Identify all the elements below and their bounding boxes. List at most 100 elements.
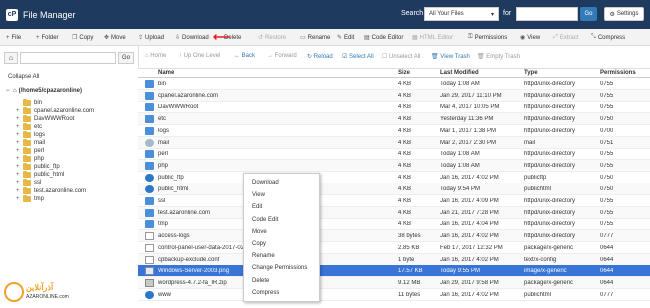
- table-row[interactable]: perl 4 KB Today 1:08 AM httpd/unix-director…: [138, 148, 650, 161]
- code-editor-button[interactable]: ▤ Code Editor: [364, 29, 403, 46]
- context-menu-item[interactable]: Compress: [252, 290, 279, 296]
- context-menu-item[interactable]: Code Edit: [252, 217, 278, 223]
- context-menu-item[interactable]: View: [252, 192, 265, 198]
- home-icon[interactable]: ⌂: [4, 52, 18, 64]
- empty-trash-button[interactable]: 🗑 Empty Trash: [477, 53, 520, 60]
- compress-button[interactable]: ⤡ Compress: [591, 29, 625, 46]
- context-menu-item[interactable]: Edit: [252, 204, 262, 210]
- restore-button[interactable]: ↺ Restore: [258, 29, 286, 46]
- cell-perm: 0750: [600, 186, 614, 193]
- tree-item[interactable]: + php: [16, 155, 44, 162]
- back-button[interactable]: ← Back: [234, 53, 255, 59]
- code-editor-label: Code Editor: [371, 34, 404, 41]
- folder-icon: [145, 103, 154, 112]
- collapse-all-link[interactable]: Collapse All: [8, 74, 39, 80]
- tree-item[interactable]: + logs: [16, 131, 45, 138]
- cell-perm: 0755: [600, 151, 614, 158]
- cell-modified: Jan 29, 2017 9:58 PM: [440, 279, 499, 286]
- table-row[interactable]: public_ftp 4 KB Jan 16, 2017 4:02 PM public…: [138, 172, 650, 184]
- table-row[interactable]: tmp 4 KB Jan 16, 2017 4:04 PM httpd/unix-di…: [138, 218, 650, 231]
- context-menu-item[interactable]: Delete: [252, 278, 269, 284]
- new-folder-button[interactable]: + Folder: [36, 29, 59, 46]
- table-row[interactable]: DavWWWRoot 4 KB Mar 4, 2017 10:05 PM httpd/…: [138, 101, 650, 114]
- tree-item[interactable]: + test.azaronline.com: [16, 187, 86, 194]
- table-row[interactable]: ssl 4 KB Jan 16, 2017 4:09 PM httpd/unix-di…: [138, 195, 650, 207]
- cell-type: package/x-generic: [524, 279, 574, 286]
- cell-modified: Jan 21, 2017 7:28 PM: [440, 209, 499, 216]
- rename-icon: ▭: [300, 35, 306, 41]
- col-size[interactable]: Size: [398, 70, 410, 76]
- new-file-button[interactable]: + File: [6, 29, 21, 46]
- path-go-button[interactable]: Go: [118, 52, 134, 64]
- tree-item[interactable]: + mail: [16, 139, 45, 146]
- tree-item-label: perl: [34, 148, 45, 154]
- download-button[interactable]: ⇩ Download: [175, 29, 209, 46]
- cell-type: httpd/unix-directory: [524, 162, 576, 169]
- context-menu-item[interactable]: Copy: [252, 241, 266, 247]
- table-row[interactable]: etc 4 KB Yesterday 11:36 PM httpd/unix-dire…: [138, 113, 650, 126]
- up-one-level-button[interactable]: ↑ Up One Level: [179, 53, 220, 59]
- search-scope-select[interactable]: All Your Files ▾: [424, 7, 499, 21]
- col-permissions[interactable]: Permissions: [600, 70, 636, 76]
- folder-icon: [23, 115, 31, 122]
- col-name[interactable]: Name: [158, 70, 174, 76]
- tree-item[interactable]: + DavWWWRoot: [16, 115, 74, 122]
- table-row[interactable]: mail 4 KB Mar 2, 2017 2:30 PM mail 0751: [138, 136, 650, 149]
- tree-item[interactable]: + public_html: [16, 171, 64, 178]
- tree-item[interactable]: + public_ftp: [16, 163, 60, 170]
- forward-button[interactable]: → Forward: [267, 53, 297, 59]
- context-menu-item[interactable]: Download: [252, 180, 279, 186]
- cell-perm: 0750: [600, 174, 614, 181]
- path-input[interactable]: [20, 52, 116, 64]
- table-row[interactable]: Windows-Server-2003.png 17.57 KB Today 9:5…: [138, 265, 650, 278]
- cell-type: httpd/unix-directory: [524, 104, 576, 111]
- settings-button[interactable]: ⚙ Settings: [604, 7, 644, 21]
- context-menu-item[interactable]: Rename: [252, 253, 275, 259]
- table-row[interactable]: wordpress-4.7.2-fa_IR.zip 9.12 MB Jan 29, …: [138, 276, 650, 289]
- cell-perm: 0755: [600, 221, 614, 228]
- folder-icon: [145, 115, 154, 124]
- col-type[interactable]: Type: [524, 70, 538, 76]
- view-trash-button[interactable]: 🗑 View Trash: [431, 53, 470, 60]
- context-menu-item[interactable]: Change Permissions: [252, 265, 307, 271]
- search-go-button[interactable]: Go: [580, 7, 597, 21]
- tree-item[interactable]: + perl: [16, 147, 45, 154]
- select-all-button[interactable]: ☑ Select All: [342, 53, 374, 60]
- home-nav-button[interactable]: ⌂ Home: [145, 53, 166, 59]
- move-button[interactable]: ✥ Move: [104, 29, 126, 46]
- folder-icon: [23, 163, 31, 170]
- tree-item[interactable]: + cpanel.azaronline.com: [16, 107, 94, 114]
- permissions-button[interactable]: ⚿ Permissions: [468, 29, 507, 46]
- table-row[interactable]: www 11 bytes Jan 16, 2017 4:02 PM publichtm…: [138, 289, 650, 301]
- upload-button[interactable]: ⇪ Upload: [138, 29, 164, 46]
- table-row[interactable]: control-panel-user-data-2017-02... 2.85 K…: [138, 242, 650, 254]
- table-row[interactable]: php 4 KB Today 1:08 AM httpd/unix-directory…: [138, 159, 650, 172]
- context-menu-item[interactable]: Move: [252, 229, 267, 235]
- tree-item[interactable]: + tmp: [16, 195, 44, 202]
- table-row[interactable]: public_html 4 KB Today 9:54 PM publichtml 07…: [138, 183, 650, 196]
- search-input[interactable]: [516, 7, 578, 21]
- table-row[interactable]: cpbackup-exclude.conf 1 byte Jan 16, 2017 …: [138, 253, 650, 266]
- tree-item[interactable]: + etc: [16, 123, 42, 130]
- watermark-brand: آذرآنلاین: [26, 283, 54, 292]
- view-button[interactable]: ◉ View: [520, 29, 540, 46]
- table-row[interactable]: access-logs 38 bytes Jan 16, 2017 4:02 PM h…: [138, 230, 650, 243]
- rename-button[interactable]: ▭ Rename: [300, 29, 330, 46]
- tree-root[interactable]: − ⌂ (/home5/cpazaronline): [6, 88, 82, 94]
- table-row[interactable]: cpanel.azaronline.com 4 KB Jan 29, 2017 11…: [138, 89, 650, 102]
- unselect-all-button[interactable]: ☐ Unselect All: [382, 53, 420, 60]
- expand-icon: +: [16, 172, 20, 178]
- extract-button[interactable]: ⤢ Extract: [553, 29, 578, 46]
- reload-button[interactable]: ↻ Reload: [307, 53, 333, 60]
- copy-button[interactable]: ❐ Copy: [72, 29, 93, 46]
- col-last-modified[interactable]: Last Modified: [440, 70, 479, 76]
- tree-item[interactable]: + ssl: [16, 179, 41, 186]
- cell-type: httpd/unix-directory: [524, 198, 576, 204]
- tree-item[interactable]: bin: [16, 99, 42, 106]
- edit-button[interactable]: ✎ Edit: [337, 29, 354, 46]
- table-row[interactable]: test.azaronline.com 4 KB Jan 21, 2017 7:28…: [138, 206, 650, 219]
- html-editor-button[interactable]: ▦ HTML Editor: [412, 29, 453, 46]
- brand[interactable]: cP File Manager: [6, 8, 76, 21]
- table-row[interactable]: bin 4 KB Today 1:08 AM httpd/unix-directory…: [138, 78, 650, 90]
- table-row[interactable]: logs 4 KB Mar 1, 2017 1:38 PM httpd/unix-di…: [138, 125, 650, 137]
